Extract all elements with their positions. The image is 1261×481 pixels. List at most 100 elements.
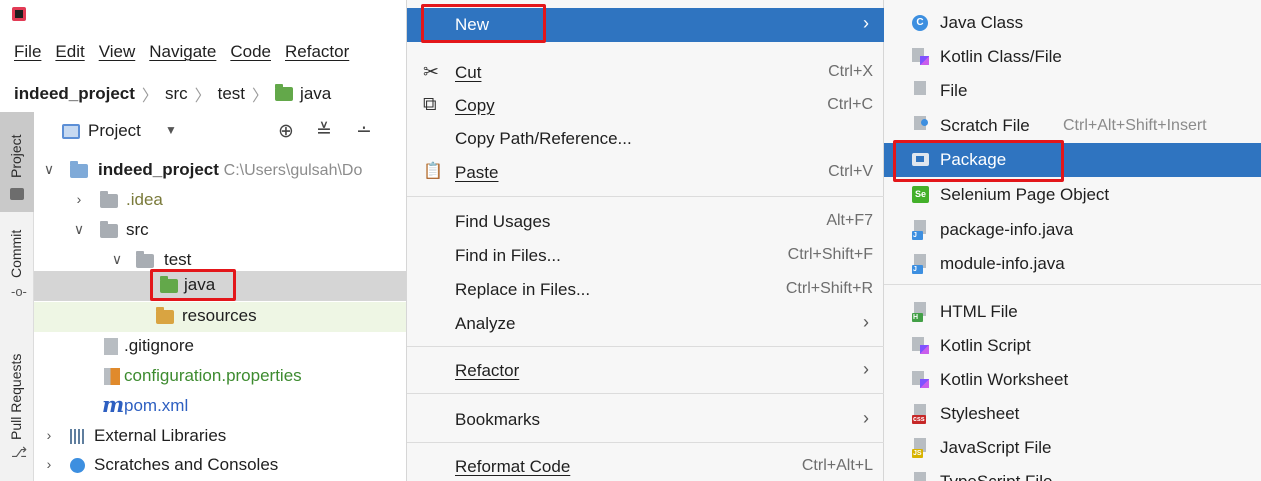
menu-separator: [407, 196, 885, 197]
typescript-file-icon: TS: [912, 472, 928, 481]
menu-item-find-usages-label: Find Usages: [455, 212, 551, 231]
tree-row-pom[interactable]: m pom.xml: [34, 392, 406, 422]
submenu-item-package-info-label: package-info.java: [940, 220, 1074, 239]
breadcrumb-separator: 〉: [194, 88, 211, 105]
collapse-all-icon[interactable]: ≚: [316, 120, 332, 143]
project-tool-button[interactable]: Project: [0, 112, 34, 212]
submenu-item-scratch-file[interactable]: Scratch File Ctrl+Alt+Shift+Insert: [884, 109, 1261, 143]
breadcrumb-project[interactable]: indeed_project: [14, 84, 135, 104]
menu-item-cut-label: Cut: [455, 63, 482, 82]
annotation-box-package: [893, 140, 1064, 182]
submenu-item-kotlin-class[interactable]: Kotlin Class/File: [884, 40, 1261, 74]
submenu-item-scratch-file-label: Scratch File: [940, 116, 1030, 135]
menu-item-analyze-label: Analyze: [455, 314, 516, 333]
expand-arrow-icon[interactable]: ∨: [72, 221, 86, 238]
submenu-item-kotlin-script[interactable]: Kotlin Script: [884, 329, 1261, 363]
tree-label-pom: pom.xml: [124, 396, 189, 415]
breadcrumb-java[interactable]: java: [300, 84, 331, 104]
menu-refactor[interactable]: Refactor: [285, 42, 349, 66]
submenu-item-stylesheet-label: Stylesheet: [940, 404, 1020, 423]
menu-item-cut-shortcut: Ctrl+X: [828, 63, 873, 80]
menu-item-find-in-files[interactable]: Find in Files... Ctrl+Shift+F: [407, 239, 885, 273]
submenu-item-module-info[interactable]: J module-info.java: [884, 247, 1261, 281]
project-tool-label: Project: [8, 134, 24, 178]
submenu-item-file-label: File: [940, 81, 968, 100]
submenu-item-typescript-file-label: TypeScript File: [940, 472, 1052, 481]
chevron-right-icon: ›: [863, 408, 869, 428]
menu-item-replace-in-files[interactable]: Replace in Files... Ctrl+Shift+R: [407, 273, 885, 307]
folder-icon: [136, 251, 154, 268]
menu-item-paste[interactable]: 📋 Paste Ctrl+V: [407, 156, 885, 190]
submenu-item-kotlin-worksheet-label: Kotlin Worksheet: [940, 370, 1069, 389]
menu-file[interactable]: File: [14, 42, 41, 66]
tree-row-src[interactable]: ∨ src: [34, 216, 406, 246]
tree-row-gitignore[interactable]: .gitignore: [34, 332, 406, 362]
kotlin-worksheet-icon: [912, 371, 929, 388]
submenu-item-typescript-file[interactable]: TS TypeScript File: [884, 465, 1261, 481]
chevron-right-icon: ›: [863, 13, 869, 33]
menu-navigate[interactable]: Navigate: [149, 42, 216, 66]
chevron-down-icon[interactable]: ▼: [165, 123, 177, 137]
submenu-item-stylesheet[interactable]: css Stylesheet: [884, 397, 1261, 431]
menu-item-copy-label: Copy: [455, 96, 495, 115]
html-file-icon: H: [912, 302, 928, 322]
pull-requests-tool-button[interactable]: Pull Requests ⎇: [0, 338, 34, 468]
expand-arrow-icon[interactable]: ∨: [110, 251, 124, 268]
tree-row-configuration[interactable]: configuration.properties: [34, 362, 406, 392]
menu-code[interactable]: Code: [230, 42, 271, 66]
tree-row-scratches[interactable]: › Scratches and Consoles: [34, 451, 406, 481]
tree-label-external-libraries: External Libraries: [94, 426, 227, 445]
intellij-logo-icon: [12, 7, 26, 21]
menu-item-copy[interactable]: ⧉ Copy Ctrl+C: [407, 89, 885, 123]
breadcrumb-test[interactable]: test: [218, 84, 245, 104]
menu-item-copy-path[interactable]: Copy Path/Reference...: [407, 122, 885, 156]
menu-item-cut[interactable]: ✂ Cut Ctrl+X: [407, 56, 885, 90]
menu-edit[interactable]: Edit: [55, 42, 84, 66]
text-file-icon: [912, 81, 928, 101]
submenu-item-selenium-page-object[interactable]: Se Selenium Page Object: [884, 178, 1261, 212]
breadcrumb-src[interactable]: src: [165, 84, 188, 104]
submenu-item-kotlin-worksheet[interactable]: Kotlin Worksheet: [884, 363, 1261, 397]
menu-item-find-usages[interactable]: Find Usages Alt+F7: [407, 205, 885, 239]
tree-row-external-libraries[interactable]: › External Libraries: [34, 422, 406, 452]
submenu-item-javascript-file[interactable]: JS JavaScript File: [884, 431, 1261, 465]
menu-view[interactable]: View: [99, 42, 136, 66]
paste-icon: 📋: [423, 163, 443, 180]
submenu-item-file[interactable]: File: [884, 74, 1261, 108]
collapsed-arrow-icon[interactable]: ›: [72, 191, 86, 207]
menu-item-analyze[interactable]: Analyze ›: [407, 307, 885, 341]
tree-row-resources[interactable]: resources: [34, 302, 406, 332]
locate-file-icon[interactable]: ⊕: [278, 120, 294, 143]
expand-all-icon[interactable]: ∸: [356, 120, 372, 143]
submenu-item-html-file[interactable]: H HTML File: [884, 295, 1261, 329]
tree-label-src: src: [126, 220, 149, 239]
project-view-title[interactable]: Project: [88, 121, 141, 141]
tree-row-project-root[interactable]: ∨ indeed_project C:\Users\gulsah\Do: [34, 156, 406, 186]
menu-item-refactor[interactable]: Refactor ›: [407, 354, 885, 388]
commit-tool-button[interactable]: Commit -o-: [0, 218, 34, 304]
tree-row-idea[interactable]: › .idea: [34, 186, 406, 216]
menu-item-copy-shortcut: Ctrl+C: [827, 96, 873, 113]
collapsed-arrow-icon[interactable]: ›: [42, 427, 56, 443]
maven-icon: m: [102, 392, 125, 417]
menu-item-replace-in-files-shortcut: Ctrl+Shift+R: [785, 280, 873, 297]
submenu-item-package-info[interactable]: J package-info.java: [884, 213, 1261, 247]
javascript-file-icon: JS: [912, 438, 928, 458]
java-file-icon: J: [912, 254, 928, 274]
submenu-item-kotlin-script-label: Kotlin Script: [940, 336, 1031, 355]
menu-item-reformat-code[interactable]: Reformat Code Ctrl+Alt+L: [407, 450, 885, 481]
collapsed-arrow-icon[interactable]: ›: [42, 456, 56, 472]
module-folder-icon: [70, 161, 88, 178]
menu-item-copy-path-label: Copy Path/Reference...: [455, 129, 632, 148]
menu-item-bookmarks[interactable]: Bookmarks ›: [407, 403, 885, 437]
menu-item-paste-label: Paste: [455, 163, 499, 182]
commit-tool-label: Commit: [8, 229, 24, 278]
annotation-box-java: [150, 269, 236, 301]
annotation-box-new: [421, 4, 546, 43]
submenu-item-java-class-label: Java Class: [940, 13, 1024, 32]
expand-arrow-icon[interactable]: ∨: [42, 161, 56, 178]
submenu-item-javascript-file-label: JavaScript File: [940, 438, 1052, 457]
tree-label-idea: .idea: [126, 190, 163, 209]
submenu-item-java-class[interactable]: C Java Class: [884, 6, 1261, 40]
java-file-icon: J: [912, 220, 928, 240]
